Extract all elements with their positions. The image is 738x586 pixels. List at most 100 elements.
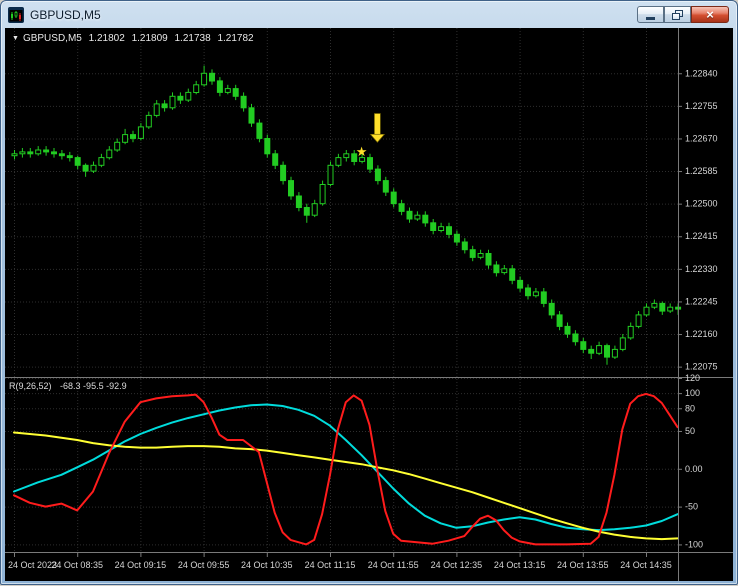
candle-body xyxy=(422,214,429,224)
candle-body xyxy=(572,333,579,343)
svg-text:24 Oct 11:15: 24 Oct 11:15 xyxy=(305,560,356,570)
candle-body xyxy=(295,195,302,208)
indicator-axis[interactable]: 120 100 80 50 0.00 -50 -100 xyxy=(685,373,703,549)
chart-canvas[interactable]: 1.22840 1.22755 1.22670 1.22585 1.22500 1.224… xyxy=(5,28,733,581)
candle-body xyxy=(643,306,650,316)
price-axis[interactable]: 1.22840 1.22755 1.22670 1.22585 1.22500 1.224… xyxy=(685,68,718,371)
candle-body xyxy=(264,138,271,155)
ohlc-low: 1.21738 xyxy=(174,33,211,44)
candle-body xyxy=(588,348,595,354)
svg-text:50: 50 xyxy=(685,426,695,436)
candle-body xyxy=(540,291,547,304)
candle-body xyxy=(248,107,255,124)
svg-text:1.22415: 1.22415 xyxy=(685,231,718,241)
candle-body xyxy=(224,88,231,93)
candle-body xyxy=(525,287,531,297)
candle-body xyxy=(556,314,563,327)
candle-body xyxy=(288,180,294,197)
svg-text:1.22330: 1.22330 xyxy=(685,264,718,274)
svg-text:24 Oct 13:15: 24 Oct 13:15 xyxy=(494,560,546,570)
star-icon[interactable]: ★ xyxy=(356,144,368,159)
candle-body xyxy=(106,149,113,159)
svg-text:24 Oct 13:55: 24 Oct 13:55 xyxy=(557,560,609,570)
candle-body xyxy=(303,207,310,216)
candle-body xyxy=(177,95,184,101)
candle-body xyxy=(35,149,42,155)
candle-body xyxy=(398,203,405,212)
svg-text:80: 80 xyxy=(685,403,695,413)
svg-text:100: 100 xyxy=(685,388,700,398)
candle-body xyxy=(114,141,121,151)
candle-body xyxy=(517,279,524,289)
candle-body xyxy=(367,157,373,170)
candlestick-series xyxy=(11,65,682,365)
collapse-triangle-icon[interactable]: ▼ xyxy=(12,35,19,42)
svg-text:24 Oct 14:35: 24 Oct 14:35 xyxy=(620,560,672,570)
candle-body xyxy=(216,80,223,93)
candle-body xyxy=(272,153,279,166)
candle-body xyxy=(485,253,492,266)
candle-body xyxy=(130,134,136,139)
candle-body xyxy=(311,203,318,216)
candle-body xyxy=(51,151,57,155)
window-controls: × xyxy=(637,6,729,23)
candle-body xyxy=(564,325,571,335)
svg-text:1.22670: 1.22670 xyxy=(685,134,718,144)
candle-body xyxy=(382,180,389,193)
application-window: GBPUSD,M5 × ▼ GBPUSD,M5 1.21802 1.21809 1… xyxy=(0,0,738,585)
candle-body xyxy=(469,249,476,258)
annotations[interactable]: ★ xyxy=(356,113,386,159)
candle-body xyxy=(256,122,263,139)
svg-text:1.22500: 1.22500 xyxy=(685,199,718,209)
candle-body xyxy=(406,210,413,220)
restore-button[interactable] xyxy=(664,6,691,23)
candle-body xyxy=(667,306,674,312)
close-button[interactable]: × xyxy=(691,6,729,23)
candle-body xyxy=(153,103,160,116)
svg-text:1.22840: 1.22840 xyxy=(685,68,718,78)
ohlc-close: 1.21782 xyxy=(217,33,254,44)
arrow-down-head[interactable] xyxy=(369,133,386,143)
candle-body xyxy=(27,151,34,155)
candle-body xyxy=(532,291,539,297)
chart-symbol-label: GBPUSD,M5 xyxy=(22,33,82,44)
candle-body xyxy=(651,302,658,308)
title-bar[interactable]: GBPUSD,M5 × xyxy=(1,1,737,28)
svg-text:1.22755: 1.22755 xyxy=(685,101,718,111)
minimize-button[interactable] xyxy=(637,6,664,23)
candle-body xyxy=(185,91,192,101)
candle-body xyxy=(98,157,105,166)
candle-body xyxy=(430,222,437,232)
svg-text:0.00: 0.00 xyxy=(685,464,703,474)
candle-body xyxy=(619,337,626,350)
minimize-icon xyxy=(646,16,655,20)
svg-text:1.22075: 1.22075 xyxy=(685,362,718,372)
candle-body xyxy=(390,191,397,205)
indicator-name: R(9,26,52) xyxy=(9,381,52,391)
candle-body xyxy=(193,84,200,93)
time-axis[interactable]: 24 Oct 202324 Oct 08:35 24 Oct 09:15 24 Oc… xyxy=(8,560,672,570)
candle-body xyxy=(327,164,334,186)
candle-body xyxy=(461,241,468,251)
axis-lines xyxy=(5,28,733,581)
grid xyxy=(5,28,678,552)
candle-body xyxy=(161,103,168,109)
svg-text:1.22585: 1.22585 xyxy=(685,166,718,176)
candle-body xyxy=(19,151,26,155)
candle-body xyxy=(43,149,50,153)
chart-symbol-ohlc: ▼ GBPUSD,M5 1.21802 1.21809 1.21738 1.217… xyxy=(12,33,258,44)
indicator-label: R(9,26,52) -68.3 -95.5 -92.9 xyxy=(9,381,133,391)
candle-body xyxy=(501,268,508,274)
candle-body xyxy=(446,226,452,235)
chart-area[interactable]: ▼ GBPUSD,M5 1.21802 1.21809 1.21738 1.217… xyxy=(5,28,733,581)
candle-body xyxy=(240,95,247,109)
candle-body xyxy=(11,153,18,157)
candle-body xyxy=(635,314,642,327)
svg-text:24 Oct 09:55: 24 Oct 09:55 xyxy=(178,560,230,570)
candle-body xyxy=(580,341,587,350)
svg-text:-100: -100 xyxy=(685,539,703,549)
candle-body xyxy=(343,153,350,159)
candle-body xyxy=(596,345,603,354)
arrow-down-icon[interactable] xyxy=(374,113,381,135)
candle-body xyxy=(604,345,610,358)
